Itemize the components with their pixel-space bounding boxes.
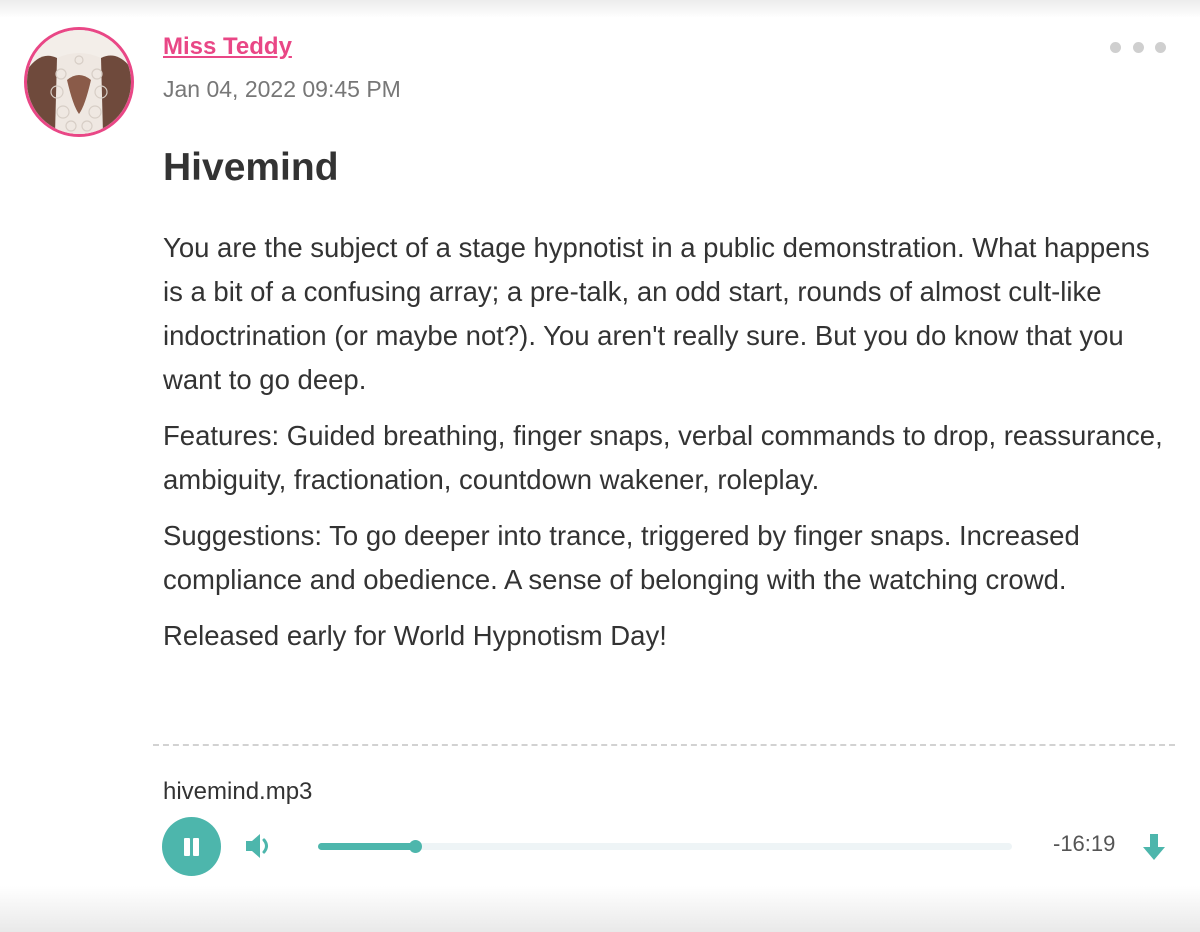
pause-icon bbox=[184, 838, 190, 856]
time-remaining: -16:19 bbox=[1053, 831, 1116, 856]
audio-file-name: hivemind.mp3 bbox=[163, 778, 313, 805]
top-shadow bbox=[0, 0, 1200, 18]
menu-dot bbox=[1110, 41, 1121, 53]
bottom-shadow bbox=[0, 886, 1200, 932]
post-paragraph: Released early for World Hypnotism Day! bbox=[163, 620, 667, 651]
post-paragraph: You are the subject of a stage hypnotist… bbox=[163, 232, 1150, 395]
post-paragraph: Suggestions: To go deeper into trance, t… bbox=[163, 520, 1080, 595]
post-date: Jan 04, 2022 09:45 PM bbox=[163, 76, 401, 102]
avatar[interactable] bbox=[24, 27, 134, 137]
pause-icon bbox=[193, 838, 199, 856]
volume-icon[interactable] bbox=[244, 831, 276, 861]
audio-progress-handle[interactable] bbox=[409, 840, 423, 853]
post-paragraph: Features: Guided breathing, finger snaps… bbox=[163, 420, 1163, 495]
audio-progress-fill bbox=[318, 843, 416, 850]
download-icon[interactable] bbox=[1141, 832, 1167, 862]
menu-dot bbox=[1132, 41, 1144, 53]
menu-dot bbox=[1155, 41, 1166, 53]
post-title: Hivemind bbox=[163, 146, 339, 189]
section-divider bbox=[153, 744, 1175, 746]
post-card: Miss Teddy Jan 04, 2022 09:45 PM Hivemin… bbox=[0, 0, 1200, 932]
more-options-icon[interactable] bbox=[1110, 36, 1166, 58]
author-link[interactable]: Miss Teddy bbox=[163, 33, 292, 61]
post-body: You are the subject of a stage hypnotist… bbox=[163, 226, 1173, 670]
avatar-image bbox=[27, 30, 131, 134]
pause-button[interactable] bbox=[162, 817, 221, 876]
audio-progress-bar[interactable] bbox=[318, 840, 1012, 853]
